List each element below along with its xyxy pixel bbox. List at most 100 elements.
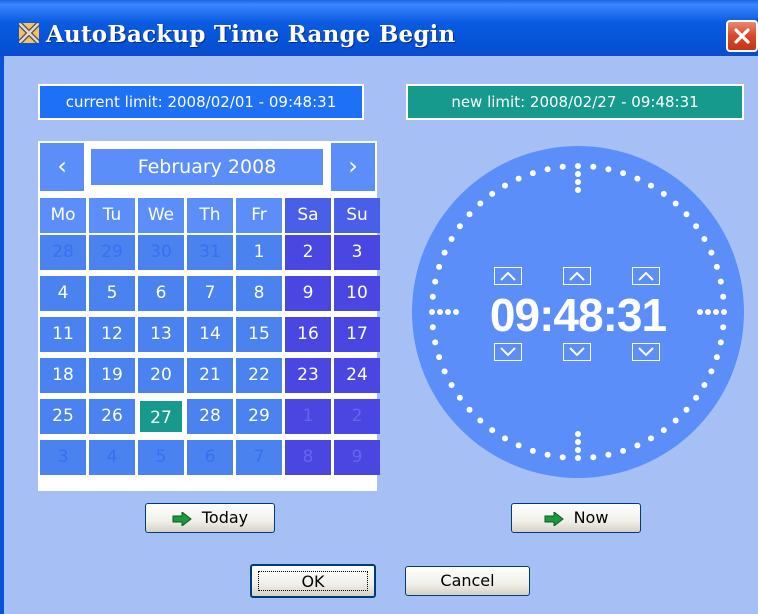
calendar-day[interactable]: 23: [285, 358, 331, 393]
calendar-day[interactable]: 6: [187, 440, 233, 475]
clock-tick: [456, 223, 463, 230]
calendar-day[interactable]: 29: [89, 235, 135, 270]
minute-up-button[interactable]: [563, 267, 591, 285]
calendar-day[interactable]: 2: [285, 235, 331, 270]
weekday-header: Th: [187, 198, 233, 233]
calendar-day[interactable]: 22: [236, 358, 282, 393]
calendar-day[interactable]: 9: [334, 440, 380, 475]
calendar-day[interactable]: 5: [138, 440, 184, 475]
clock-hour-mark: [575, 179, 581, 185]
calendar-day[interactable]: 7: [187, 276, 233, 311]
calendar-day[interactable]: 12: [89, 317, 135, 352]
clock-tick: [721, 309, 727, 315]
clock-tick: [502, 435, 508, 442]
calendar-day[interactable]: 25: [40, 399, 86, 434]
time-separator: :: [539, 289, 554, 341]
clock-tick: [701, 236, 708, 242]
calendar-day[interactable]: 20: [138, 358, 184, 393]
calendar-day[interactable]: 1: [236, 235, 282, 270]
calendar-day[interactable]: 16: [285, 317, 331, 352]
clock-tick: [720, 324, 727, 331]
weekday-header: Su: [334, 198, 380, 233]
calendar-day[interactable]: 13: [138, 317, 184, 352]
clock-tick: [448, 382, 455, 388]
calendar-day[interactable]: 9: [285, 276, 331, 311]
cancel-button[interactable]: Cancel: [405, 566, 530, 596]
clock-tick: [489, 427, 496, 434]
clock-tick: [559, 454, 566, 461]
second-down-button[interactable]: [632, 343, 660, 361]
close-icon: [734, 28, 750, 44]
minute-down-button[interactable]: [563, 343, 591, 361]
chevron-right-icon: ›: [348, 152, 358, 180]
calendar-day[interactable]: 6: [138, 276, 184, 311]
hour-down-button[interactable]: [494, 343, 522, 361]
focus-rectangle: [258, 571, 368, 591]
clock-hour-mark: [713, 309, 719, 315]
clock-tick: [432, 278, 439, 285]
calendar-day-selected[interactable]: 27: [138, 399, 184, 434]
calendar-day[interactable]: 28: [187, 399, 233, 434]
clock-tick: [648, 435, 654, 442]
calendar-day[interactable]: 30: [138, 235, 184, 270]
clock-tick: [436, 263, 443, 270]
calendar-day[interactable]: 3: [334, 235, 380, 270]
calendar-day[interactable]: 15: [236, 317, 282, 352]
calendar-day[interactable]: 1: [285, 399, 331, 434]
clock-hour-mark: [575, 171, 581, 177]
prev-month-button[interactable]: ‹: [40, 143, 84, 191]
new-limit-label: new limit: 2008/02/27 - 09:48:31: [406, 84, 744, 120]
second-up-button[interactable]: [632, 267, 660, 285]
weekday-header: Tu: [89, 198, 135, 233]
month-year-label[interactable]: February 2008: [88, 146, 326, 188]
calendar-day[interactable]: 31: [187, 235, 233, 270]
clock-tick: [515, 442, 522, 449]
next-month-button[interactable]: ›: [331, 143, 375, 191]
clock-tick: [466, 406, 473, 413]
clock-tick: [448, 236, 455, 242]
calendar-day[interactable]: 8: [236, 276, 282, 311]
clock-hour-mark: [575, 187, 581, 193]
hours-value[interactable]: 09: [490, 289, 540, 341]
clock-tick: [683, 406, 690, 413]
calendar-day[interactable]: 28: [40, 235, 86, 270]
clock-tick: [441, 249, 448, 256]
calendar-day[interactable]: 8: [285, 440, 331, 475]
calendar-day[interactable]: 19: [89, 358, 135, 393]
calendar-day[interactable]: 4: [89, 440, 135, 475]
clock-tick: [502, 182, 508, 189]
now-label: Now: [573, 508, 609, 527]
hour-up-button[interactable]: [494, 267, 522, 285]
calendar-day[interactable]: 18: [40, 358, 86, 393]
minutes-value[interactable]: 48: [553, 289, 603, 341]
calendar-day[interactable]: 7: [236, 440, 282, 475]
calendar-day[interactable]: 3: [40, 440, 86, 475]
ok-button[interactable]: OK: [250, 564, 376, 598]
clock-tick: [575, 455, 581, 461]
time-display: 09:48:31: [456, 290, 700, 340]
calendar-day[interactable]: 14: [187, 317, 233, 352]
clock-tick: [544, 166, 551, 173]
seconds-value[interactable]: 31: [617, 289, 667, 341]
calendar-day[interactable]: 5: [89, 276, 135, 311]
calendar: ‹ February 2008 › Mo Tu We Th Fr Sa Su 28 29 30 31…: [38, 141, 380, 491]
calendar-day[interactable]: 29: [236, 399, 282, 434]
calendar-day[interactable]: 4: [40, 276, 86, 311]
chevron-down-icon: [500, 347, 516, 357]
today-button[interactable]: Today: [145, 503, 275, 533]
calendar-day[interactable]: 17: [334, 317, 380, 352]
calendar-day[interactable]: 21: [187, 358, 233, 393]
now-button[interactable]: Now: [511, 503, 641, 533]
chevron-up-icon: [638, 271, 654, 281]
clock-tick: [713, 263, 720, 270]
calendar-day[interactable]: 26: [89, 399, 135, 434]
today-label: Today: [201, 508, 249, 527]
clock-tick: [477, 200, 484, 207]
weekday-header: Fr: [236, 198, 282, 233]
calendar-day[interactable]: 10: [334, 276, 380, 311]
calendar-day[interactable]: 2: [334, 399, 380, 434]
calendar-day[interactable]: 11: [40, 317, 86, 352]
clock-tick: [701, 382, 708, 388]
close-button[interactable]: [726, 20, 758, 52]
calendar-day[interactable]: 24: [334, 358, 380, 393]
